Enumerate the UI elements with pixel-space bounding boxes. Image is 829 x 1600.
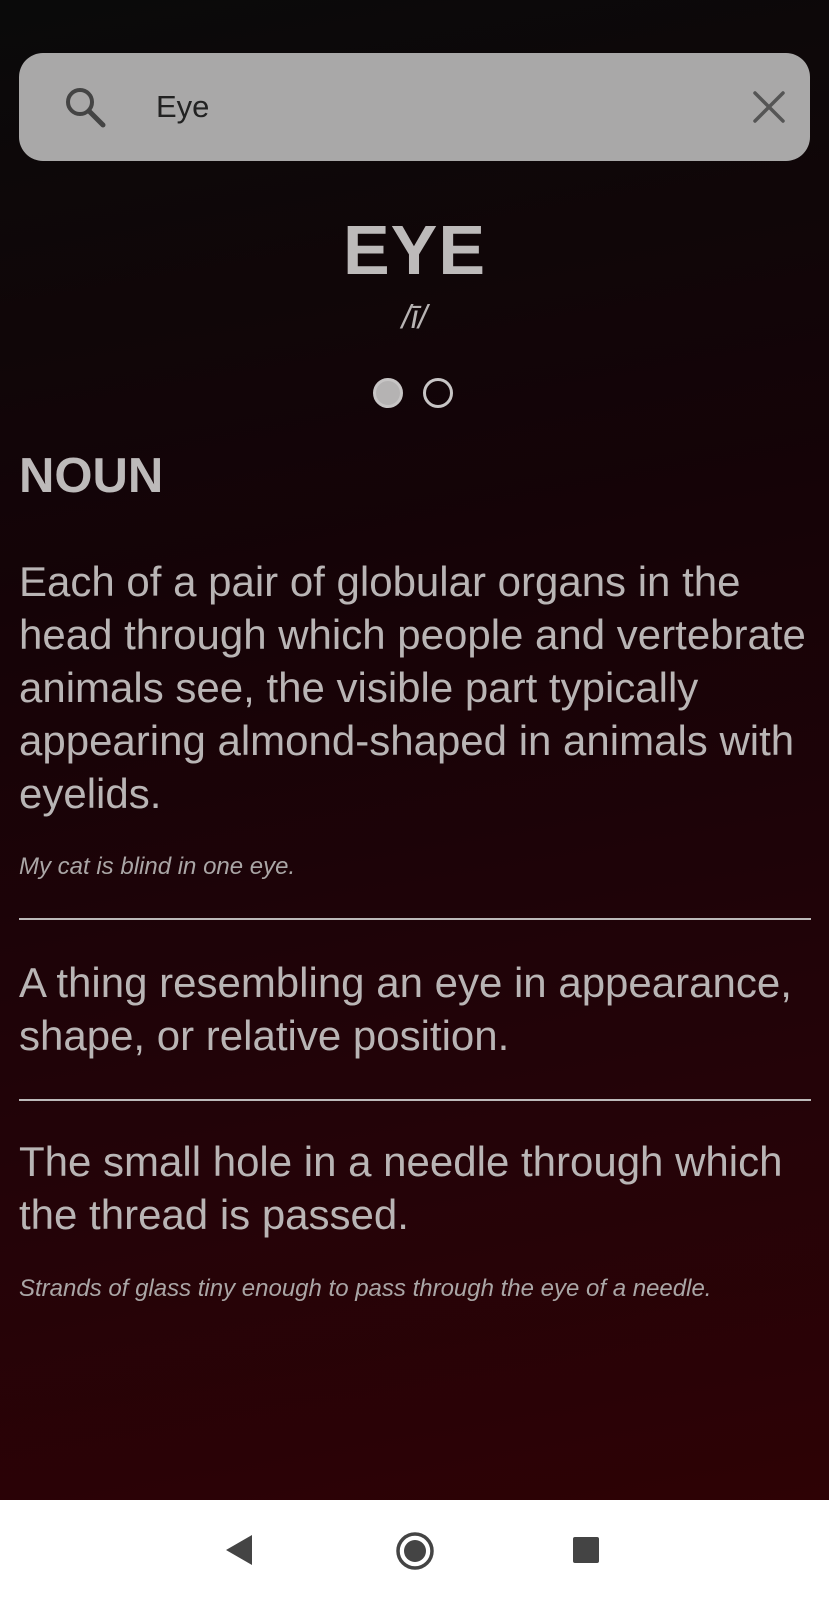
page-dot-inactive[interactable]	[423, 378, 453, 408]
search-icon[interactable]	[63, 85, 107, 129]
search-bar[interactable]	[19, 53, 810, 161]
divider	[19, 1099, 811, 1101]
definitions-list: Each of a pair of globular organs in the…	[19, 555, 811, 1303]
definition-text: A thing resembling an eye in appearance,…	[19, 959, 792, 1059]
home-circle-icon[interactable]	[395, 1531, 435, 1571]
page-dot-active[interactable]	[373, 378, 403, 408]
divider	[19, 918, 811, 920]
page-indicator	[370, 378, 470, 418]
back-triangle-icon[interactable]	[224, 1533, 254, 1567]
recents-square-icon[interactable]	[573, 1537, 599, 1563]
dictionary-screen: EYE /ī/ NOUN Each of a pair of globular …	[0, 0, 829, 1500]
close-icon[interactable]	[749, 87, 789, 127]
definition-text: Each of a pair of globular organs in the…	[19, 558, 806, 817]
definition-text: The small hole in a needle through which…	[19, 1138, 783, 1238]
sense-item: Each of a pair of globular organs in the…	[19, 555, 811, 881]
search-input[interactable]	[137, 77, 716, 137]
sense-item: A thing resembling an eye in appearance,…	[19, 956, 811, 1062]
pronunciation: /ī/	[401, 298, 428, 335]
sense-item: The small hole in a needle through which…	[19, 1135, 811, 1303]
word-title: EYE	[342, 211, 487, 289]
example-sentence: My cat is blind in one eye.	[19, 853, 296, 880]
example-sentence: Strands of glass tiny enough to pass thr…	[19, 1275, 712, 1302]
part-of-speech: NOUN	[19, 449, 164, 503]
